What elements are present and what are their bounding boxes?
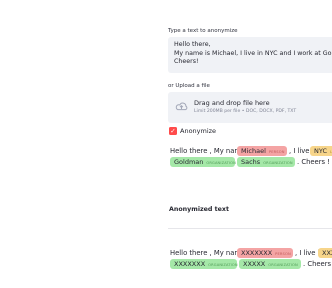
entity-tag: ORGANIZATION <box>263 161 293 165</box>
anon-entity-person: XXXXXXX PERSON <box>237 248 293 258</box>
anon-entity-location: XXX <box>318 248 332 258</box>
entity-text: XXX <box>322 249 332 257</box>
cloud-upload-icon <box>175 102 188 111</box>
text-line-2: My name is Michael, I live in NYC and I … <box>174 49 332 57</box>
anon-text-3: . Cheers ! <box>303 260 332 268</box>
entity-text: XXXXXXX <box>174 260 206 268</box>
entity-organization: Sachs ORGANIZATION <box>237 157 295 167</box>
entity-text: NYC <box>314 147 328 155</box>
entity-text: XXXXX <box>243 260 266 268</box>
text-line-3: Cheers! <box>174 58 199 65</box>
entity-text: Michael <box>241 147 266 155</box>
entity-text: Goldman <box>174 158 204 166</box>
entity-organization: Goldman ORGANIZATION <box>170 157 236 167</box>
entity-text: Sachs <box>241 158 261 166</box>
entity-location: NYC L <box>310 146 332 156</box>
entity-tag: ORGANIZATION <box>208 263 238 267</box>
entity-tag: ORGANIZATION <box>206 161 236 165</box>
entity-tag: ORGANIZATION <box>268 263 298 267</box>
file-dropzone[interactable]: Drag and drop file here Limit 200MB per … <box>168 92 332 123</box>
anonymized-title: Anonymized text <box>169 206 229 213</box>
entity-tag: PERSON <box>268 150 285 154</box>
anonymize-checkbox[interactable]: ✓ <box>169 127 177 135</box>
entity-text: XXXXXXX <box>241 249 273 257</box>
anon-entity-organization: XXXXX ORGANIZATION <box>239 259 301 269</box>
entity-person: Michael PERSON <box>237 146 287 156</box>
dropzone-title: Drag and drop file here <box>194 99 270 107</box>
anonymize-checkbox-label[interactable]: Anonymize <box>180 127 216 135</box>
divider <box>168 228 332 229</box>
anon-entity-organization: XXXXXXX ORGANIZATION <box>170 259 238 269</box>
text-input-area[interactable]: Hello there, My name is Michael, I live … <box>168 37 332 73</box>
upload-label: or Upload a file <box>168 83 210 89</box>
entity-tag: PERSON <box>275 252 291 256</box>
dropzone-limit: Limit 200MB per file • DOC, DOCX, PDF, T… <box>194 109 297 114</box>
highlight-text-3: . Cheers ! <box>297 158 330 166</box>
text-input-label: Type a text to anonymize <box>168 28 238 34</box>
text-line-1: Hello there, <box>174 41 211 48</box>
